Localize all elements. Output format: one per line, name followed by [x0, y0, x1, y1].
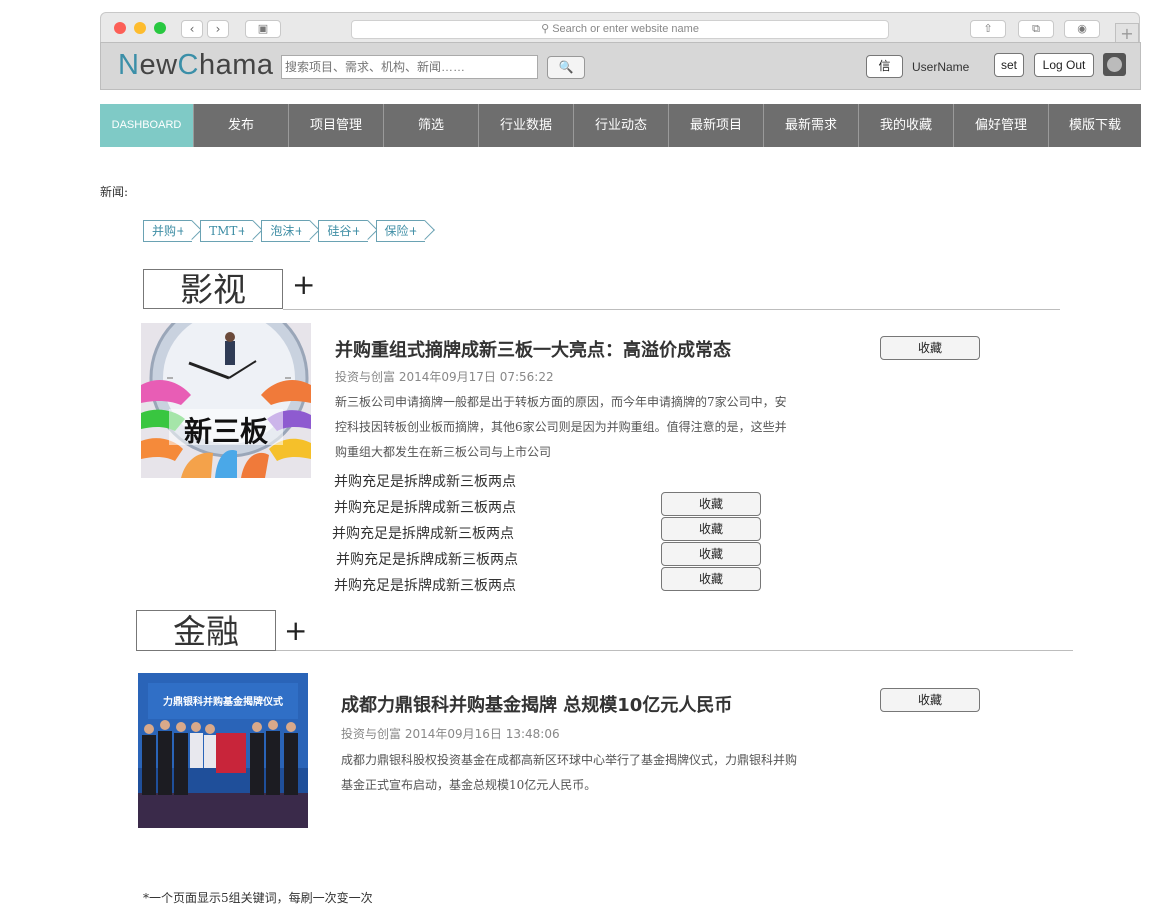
article-summary: 新三板公司申请摘牌一般都是出于转板方面的原因，而今年申请摘牌的7家公司中，安 控… [335, 395, 787, 459]
banner-text: 力鼎银科并购基金揭牌仪式 [163, 697, 283, 708]
message-button[interactable]: 信 [866, 55, 903, 78]
thumbnail-caption: 新三板 [183, 415, 268, 448]
favorite-button[interactable]: 收藏 [661, 542, 761, 566]
site-logo[interactable]: NewChama [118, 49, 274, 82]
tag-item[interactable]: 泡沫+ [261, 220, 311, 242]
zoom-window-button[interactable] [154, 22, 166, 34]
sidebar-icon[interactable]: ▣ [245, 20, 281, 38]
news-list-item[interactable]: 并购充足是拆牌成新三板两点 [336, 549, 518, 569]
tabs-icon[interactable]: ⧉ [1018, 20, 1054, 38]
section-title-finance: 金融 [136, 610, 276, 651]
settings-button[interactable]: set [994, 53, 1024, 77]
globe-icon[interactable] [1103, 53, 1126, 76]
tag-item[interactable]: TMT+ [200, 220, 254, 242]
footnote: *一个页面显示5组关键词，每刷一次变一次 [143, 891, 373, 905]
clock-hands-image [141, 323, 311, 478]
nav-latest-demands[interactable]: 最新需求 [764, 104, 859, 147]
address-placeholder: Search or enter website name [552, 23, 699, 35]
reader-icon[interactable]: ◉ [1064, 20, 1100, 38]
search-button[interactable]: 🔍 [547, 56, 585, 79]
address-bar[interactable]: ⚲ Search or enter website name [351, 20, 889, 39]
nav-industry-data[interactable]: 行业数据 [479, 104, 574, 147]
article-title[interactable]: 成都力鼎银科并购基金揭牌 总规模10亿元人民币 [341, 691, 732, 717]
nav-template-download[interactable]: 模版下载 [1049, 104, 1141, 147]
favorite-button[interactable]: 收藏 [661, 492, 761, 516]
nav-publish[interactable]: 发布 [194, 104, 289, 147]
news-list-item[interactable]: 并购充足是拆牌成新三板两点 [332, 523, 514, 543]
favorite-button[interactable]: 收藏 [661, 567, 761, 591]
site-header: NewChama 🔍 信 UserName set Log Out [100, 42, 1141, 90]
nav-my-favorites[interactable]: 我的收藏 [859, 104, 954, 147]
article-summary: 成都力鼎银科股权投资基金在成都高新区环球中心举行了基金揭牌仪式，力鼎银科并购 基… [341, 753, 798, 792]
minimize-window-button[interactable] [134, 22, 146, 34]
article-thumbnail[interactable]: 新三板 [141, 323, 311, 478]
back-icon[interactable]: ‹ [181, 20, 203, 38]
divider [283, 309, 1060, 310]
search-input[interactable] [281, 55, 538, 79]
news-list-item[interactable]: 并购充足是拆牌成新三板两点 [334, 471, 516, 491]
tag-item[interactable]: 硅谷+ [318, 220, 368, 242]
forward-icon[interactable]: › [207, 20, 229, 38]
search-icon: 🔍 [558, 60, 574, 74]
tag-item[interactable]: 保险+ [375, 220, 425, 242]
nav-project-management[interactable]: 项目管理 [289, 104, 384, 147]
keyword-tags: 并购+ TMT+ 泡沫+ 硅谷+ 保险+ [143, 220, 433, 242]
close-window-button[interactable] [114, 22, 126, 34]
add-section-button[interactable]: + [292, 268, 315, 301]
favorite-button[interactable]: 收藏 [880, 336, 980, 360]
nav-industry-news[interactable]: 行业动态 [574, 104, 669, 147]
nav-dashboard[interactable]: DASHBOARD [100, 104, 194, 147]
favorite-button[interactable]: 收藏 [661, 517, 761, 541]
logout-button[interactable]: Log Out [1034, 53, 1094, 77]
divider [276, 650, 1073, 651]
news-list-item[interactable]: 并购充足是拆牌成新三板两点 [334, 575, 516, 595]
article-title[interactable]: 并购重组式摘牌成新三板一大亮点：高溢价成常态 [335, 336, 731, 362]
username-label: UserName [912, 60, 970, 74]
news-list-item[interactable]: 并购充足是拆牌成新三板两点 [334, 497, 516, 517]
magnifier-icon: ⚲ [541, 23, 550, 35]
section-title-film: 影视 [143, 269, 283, 309]
nav-filter[interactable]: 筛选 [384, 104, 479, 147]
nav-preferences[interactable]: 偏好管理 [954, 104, 1049, 147]
main-nav: DASHBOARD 发布 项目管理 筛选 行业数据 行业动态 最新项目 最新需求… [100, 104, 1141, 147]
add-section-button[interactable]: + [284, 614, 307, 647]
browser-toolbar: ‹ › ▣ ⚲ Search or enter website name ⇧ ⧉… [100, 12, 1140, 43]
share-icon[interactable]: ⇧ [970, 20, 1006, 38]
article-thumbnail[interactable]: 力鼎银科并购基金揭牌仪式 [138, 673, 308, 828]
favorite-button[interactable]: 收藏 [880, 688, 980, 712]
news-label: 新闻: [100, 185, 129, 199]
new-tab-button[interactable]: + [1115, 23, 1139, 43]
nav-latest-projects[interactable]: 最新项目 [669, 104, 764, 147]
tag-item[interactable]: 并购+ [143, 220, 193, 242]
article-meta: 投资与创富 2014年09月16日 13:48:06 [341, 727, 560, 741]
article-meta: 投资与创富 2014年09月17日 07:56:22 [335, 370, 554, 384]
